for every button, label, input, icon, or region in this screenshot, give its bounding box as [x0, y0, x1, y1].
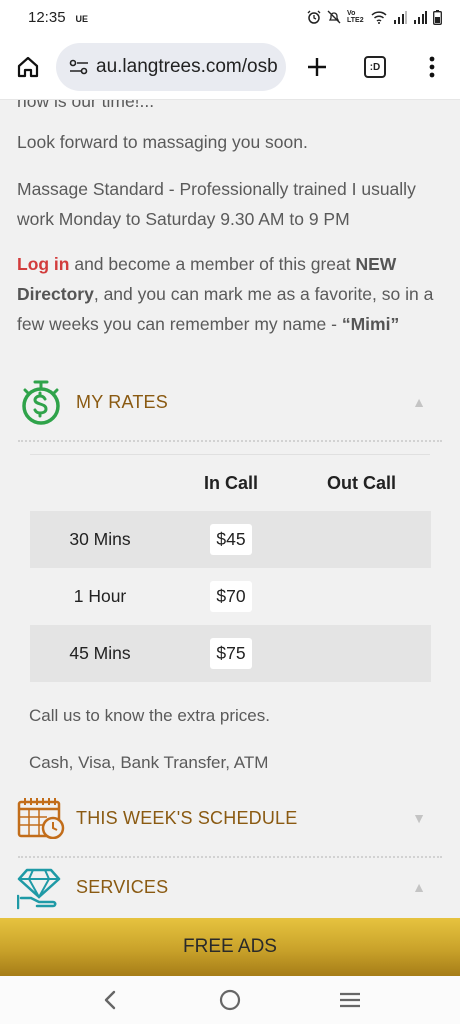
- table-row: 30 Mins $45: [30, 511, 431, 568]
- incall-cell: $70: [170, 581, 292, 612]
- login-link[interactable]: Log in: [17, 254, 69, 274]
- rates-table-header: In Call Out Call: [30, 455, 431, 511]
- status-time: 12:35: [28, 8, 66, 26]
- outcall-header: Out Call: [326, 472, 396, 493]
- duration-cell: 1 Hour: [73, 586, 127, 606]
- calendar-clock-icon: [16, 793, 66, 843]
- incall-header: In Call: [203, 472, 258, 493]
- alarm-icon: [307, 10, 321, 24]
- duration-cell: 30 Mins: [69, 529, 131, 549]
- home-icon[interactable]: [0, 34, 56, 100]
- home-circle-icon[interactable]: [210, 980, 250, 1020]
- services-section-header[interactable]: SERVICES ▲: [16, 862, 442, 912]
- plus-icon[interactable]: [297, 34, 337, 100]
- divider: [18, 440, 442, 442]
- free-ads-button[interactable]: FREE ADS: [0, 918, 460, 976]
- standard-text: Massage Standard - Professionally traine…: [17, 179, 416, 229]
- partial-line: now is our time!...: [17, 100, 155, 111]
- duration-cell: 45 Mins: [69, 643, 131, 663]
- incall-cell: $45: [170, 524, 292, 555]
- chevron-up-icon[interactable]: ▲: [412, 879, 426, 895]
- status-bar: 12:35 UE Vo LTE2: [0, 0, 460, 34]
- price-chip: $70: [210, 581, 252, 612]
- payment-methods-text: Cash, Visa, Bank Transfer, ATM: [29, 753, 269, 772]
- member-text-1: and become a member of this great: [69, 254, 356, 274]
- more-vert-icon[interactable]: [412, 34, 452, 100]
- battery-icon: [433, 9, 442, 25]
- status-icons: Vo LTE2: [307, 9, 442, 25]
- wifi-icon: [371, 10, 387, 24]
- look-forward-text: Look forward to massaging you soon.: [17, 132, 308, 152]
- signal-icon: [393, 10, 407, 24]
- mute-icon: [327, 10, 341, 24]
- table-row: 45 Mins $75: [30, 625, 431, 682]
- rates-table: In Call Out Call 30 Mins $45 1 Hour $70 …: [30, 455, 431, 682]
- carrier-label: UE: [75, 13, 89, 24]
- rates-title: MY RATES: [76, 391, 168, 412]
- volte-icon: Vo LTE2: [347, 10, 364, 24]
- signal-icon-2: [413, 10, 427, 24]
- price-chip: $45: [210, 524, 252, 555]
- chevron-down-icon[interactable]: ▼: [412, 810, 426, 826]
- name-text: “Mimi”: [341, 314, 400, 334]
- price-chip: $75: [210, 638, 252, 669]
- divider: [18, 856, 442, 858]
- table-row: 1 Hour $70: [30, 568, 431, 625]
- back-icon[interactable]: [90, 980, 130, 1020]
- incall-cell: $75: [170, 638, 292, 669]
- diamond-hand-icon: [16, 862, 66, 912]
- schedule-section-header[interactable]: THIS WEEK'S SCHEDULE ▼: [16, 793, 442, 843]
- rates-section-header[interactable]: MY RATES ▲: [16, 377, 442, 427]
- tab-switcher-icon[interactable]: :D: [355, 34, 395, 100]
- system-nav-bar: [0, 976, 460, 1024]
- extra-prices-text: Call us to know the extra prices.: [29, 706, 270, 725]
- chevron-up-icon[interactable]: ▲: [412, 394, 426, 410]
- url-text: au.langtrees.com/osb: [96, 55, 278, 77]
- status-left: 12:35 UE: [28, 9, 88, 26]
- money-clock-icon: [16, 377, 66, 427]
- address-bar[interactable]: au.langtrees.com/osb: [56, 42, 286, 91]
- recents-icon[interactable]: [330, 980, 370, 1020]
- browser-toolbar: au.langtrees.com/osb :D: [0, 34, 460, 100]
- site-settings-icon[interactable]: [66, 54, 92, 80]
- schedule-title: THIS WEEK'S SCHEDULE: [76, 807, 298, 828]
- member-paragraph: Log in and become a member of this great…: [17, 249, 445, 339]
- page-content: now is our time!... Look forward to mass…: [0, 100, 460, 918]
- services-title: SERVICES: [76, 876, 169, 897]
- tab-count: :D: [364, 56, 386, 78]
